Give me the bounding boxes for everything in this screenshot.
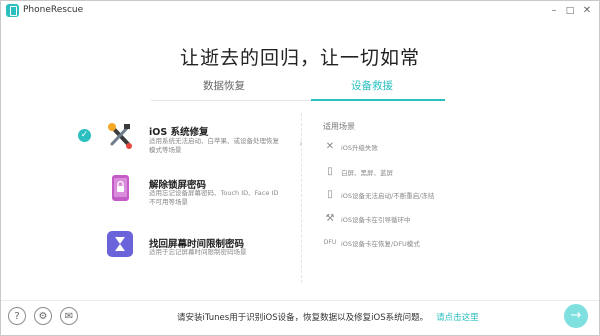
- close-button[interactable]: ✕: [579, 3, 595, 19]
- phone-restart-icon: ▯: [327, 189, 333, 200]
- help-button[interactable]: ?: [8, 307, 26, 325]
- maximize-button[interactable]: □: [562, 3, 578, 19]
- selected-check-icon: ✓: [78, 129, 91, 142]
- scenario-label: iOS升级失败: [341, 144, 379, 152]
- itunes-notice-text: 请安装iTunes用于识别iOS设备，恢复数据以及修复iOS系统问题。: [177, 313, 429, 323]
- wrench-screwdriver-icon: [108, 123, 132, 149]
- scenario-label: 白屏、黑屏、蓝屏: [341, 169, 393, 177]
- app-title: PhoneRescue: [23, 5, 84, 15]
- tab-data-recovery[interactable]: 数据恢复: [151, 78, 297, 93]
- minimize-button[interactable]: –: [546, 3, 562, 19]
- option-desc: 适用系统无法启动、白苹果、或设备处理恢复模式等场景: [149, 137, 279, 154]
- scenario-label: iOS设备无法启动/不断重启/冻结: [341, 192, 435, 200]
- app-window: PhoneRescue – □ ✕ 让逝去的回归，让一切如常 数据恢复 设备救援…: [0, 0, 600, 336]
- tab-device-rescue[interactable]: 设备救援: [299, 78, 445, 93]
- itunes-link[interactable]: 请点击这里: [436, 313, 479, 323]
- scenario-label: iOS设备卡在引导循环中: [341, 216, 411, 224]
- next-button[interactable]: →: [564, 304, 588, 328]
- page-title: 让逝去的回归，让一切如常: [179, 47, 420, 69]
- cross-tools-icon: ✕: [325, 141, 335, 152]
- dfu-icon: DFU: [323, 239, 337, 246]
- title-bar: PhoneRescue – □ ✕: [1, 1, 599, 21]
- app-logo-icon: [6, 4, 19, 17]
- phone-screen-icon: ▯: [327, 166, 333, 177]
- scenario-label: iOS设备卡在恢复/DFU模式: [341, 240, 420, 248]
- chevron-right-icon: ›: [299, 139, 303, 149]
- option-desc: 适用于忘记屏幕时间限制密码场景: [149, 248, 247, 256]
- loop-tools-icon: ⚒: [325, 213, 335, 224]
- active-tab-indicator: [311, 99, 445, 101]
- feedback-button[interactable]: ✉: [60, 307, 78, 325]
- hourglass-icon: [107, 231, 133, 257]
- phone-lock-icon: [112, 175, 129, 201]
- option-desc: 适用忘记设备屏幕密码、Touch ID、Face ID 不可用等场景: [149, 189, 279, 206]
- footer-divider: [1, 300, 599, 301]
- scenarios-title: 适用场景: [323, 122, 355, 131]
- option-title: iOS 系统修复: [149, 127, 209, 138]
- itunes-notice: 请安装iTunes用于识别iOS设备，恢复数据以及修复iOS系统问题。 请点击这里: [177, 311, 479, 323]
- settings-button[interactable]: ⚙: [34, 307, 52, 325]
